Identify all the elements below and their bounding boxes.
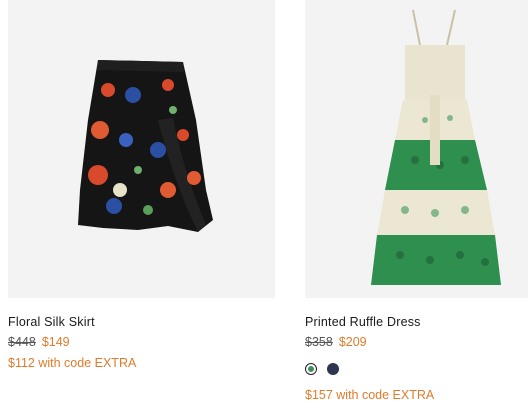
product-image-ruffle-dress[interactable] [305,0,528,298]
color-swatch-navy[interactable] [327,363,339,375]
product-card: Printed Ruffle Dress $358 $209 $157 with … [305,0,528,402]
original-price: $358 [305,335,333,349]
color-swatches [305,363,339,375]
product-image-floral-skirt[interactable] [8,0,275,298]
promo-price: $157 with code EXTRA [305,388,435,402]
product-name[interactable]: Printed Ruffle Dress [305,315,421,329]
original-price: $448 [8,335,36,349]
promo-price: $112 with code EXTRA [8,356,137,370]
sale-price: $209 [338,335,367,349]
product-prices: $358 $209 [305,335,367,349]
sale-price: $149 [41,335,70,349]
product-card: Floral Silk Skirt $448 $149 $112 with cod… [8,0,275,370]
product-prices: $448 $149 [8,335,70,349]
product-name[interactable]: Floral Silk Skirt [8,315,95,329]
color-swatch-green[interactable] [305,363,317,375]
